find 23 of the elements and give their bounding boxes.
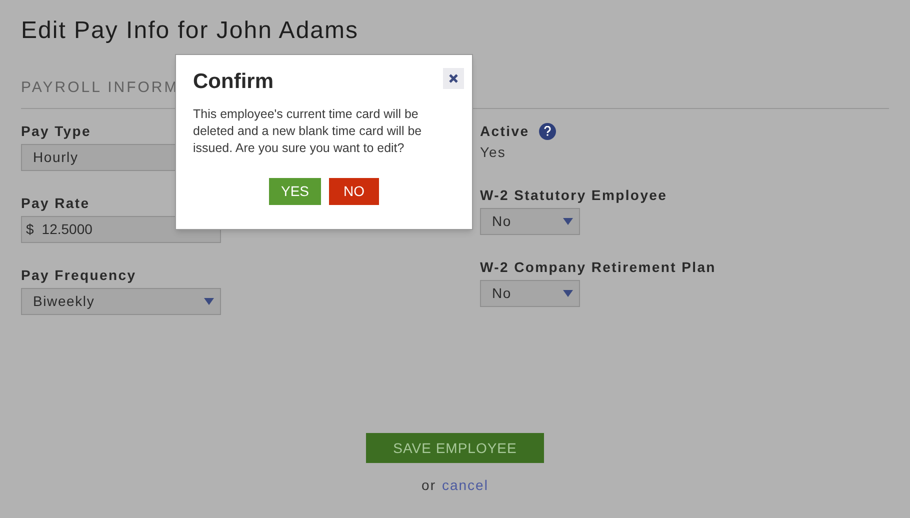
dropdown-arrow-icon — [563, 290, 573, 297]
no-button[interactable]: NO — [329, 178, 379, 204]
field-label: Pay Type — [21, 122, 92, 141]
field-label: Pay Rate — [21, 194, 90, 213]
close-icon — [449, 74, 458, 83]
yes-button[interactable]: YES — [269, 178, 321, 204]
field-label: Pay Frequency — [21, 266, 136, 285]
save-employee-button[interactable]: SAVE EMPLOYEE — [366, 433, 544, 463]
section-heading: PAYROLL INFORM — [21, 78, 179, 98]
select-field[interactable]: Biweekly — [21, 288, 221, 315]
or-text: or — [422, 476, 436, 495]
field-label: Active — [480, 122, 530, 140]
field-label: W-2 Company Retirement Plan — [480, 258, 716, 277]
dropdown-arrow-icon — [563, 218, 573, 225]
dialog-title: Confirm — [193, 69, 274, 95]
field-label: W-2 Statutory Employee — [480, 186, 668, 205]
dropdown-arrow-icon — [204, 298, 214, 305]
field-value: Yes — [480, 143, 507, 162]
select-field[interactable]: No — [480, 208, 580, 235]
close-button[interactable] — [443, 68, 464, 89]
select-field[interactable]: No — [480, 280, 580, 307]
page-title: Edit Pay Info for John Adams — [21, 16, 359, 46]
cancel-link[interactable]: cancel — [442, 475, 488, 496]
